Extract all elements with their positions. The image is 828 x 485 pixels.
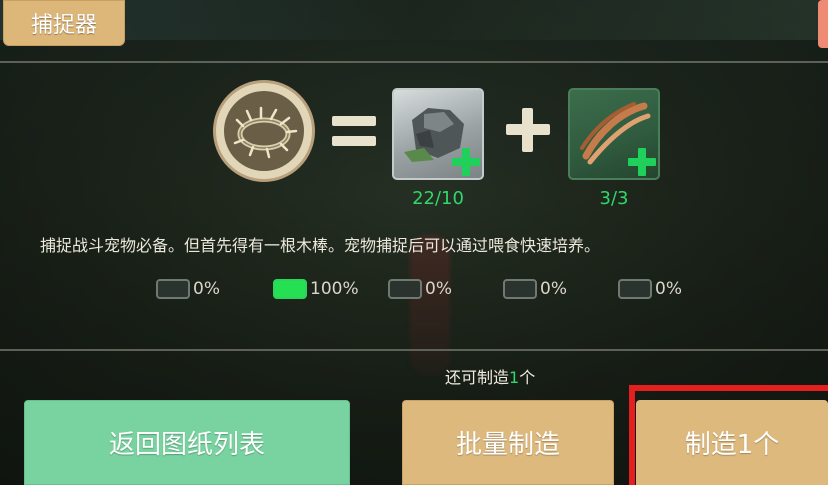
- wooden-stick-count: 3/3: [599, 188, 629, 209]
- quality-option[interactable]: 0%: [503, 276, 567, 302]
- quality-checkbox[interactable]: [273, 279, 307, 299]
- quality-option[interactable]: 0%: [388, 276, 452, 302]
- remaining-count: 1: [509, 368, 520, 387]
- item-description: 捕捉战斗宠物必备。但首先得有一根木棒。宠物捕捉后可以通过喂食快速培养。: [40, 236, 601, 255]
- recipe-title-tab[interactable]: 捕捉器: [3, 0, 125, 46]
- equals-icon: [332, 112, 376, 152]
- quality-percent: 0%: [425, 279, 452, 299]
- quality-option[interactable]: 0%: [156, 276, 220, 302]
- stone-ore-slot[interactable]: [392, 88, 484, 180]
- plus-icon: [506, 108, 550, 152]
- quality-percent: 100%: [310, 279, 359, 299]
- quality-percent: 0%: [540, 279, 567, 299]
- top-right-tab-edge[interactable]: [818, 0, 828, 48]
- quality-checkbox[interactable]: [388, 279, 422, 299]
- quality-checkbox[interactable]: [503, 279, 537, 299]
- quality-option-selected[interactable]: 100%: [273, 276, 359, 302]
- remaining-suffix: 个: [519, 368, 536, 387]
- add-material-icon[interactable]: [628, 148, 656, 176]
- thorn-ring-icon[interactable]: [213, 80, 315, 182]
- remaining-craftable: 还可制造1个: [445, 364, 535, 388]
- quality-percent: 0%: [193, 279, 220, 299]
- craft-button-highlight: [629, 385, 828, 485]
- add-material-icon[interactable]: [452, 148, 480, 176]
- quality-percent: 0%: [655, 279, 682, 299]
- divider-top: [0, 61, 828, 63]
- divider-bottom: [0, 349, 828, 351]
- quality-option[interactable]: 0%: [618, 276, 682, 302]
- stone-ore-count: 22/10: [412, 188, 464, 209]
- batch-craft-button[interactable]: 批量制造: [402, 400, 614, 485]
- back-to-blueprint-list-button[interactable]: 返回图纸列表: [24, 400, 350, 485]
- background-character: [410, 235, 450, 375]
- quality-checkbox[interactable]: [156, 279, 190, 299]
- quality-checkbox[interactable]: [618, 279, 652, 299]
- remaining-prefix: 还可制造: [445, 368, 510, 387]
- wooden-stick-slot[interactable]: [568, 88, 660, 180]
